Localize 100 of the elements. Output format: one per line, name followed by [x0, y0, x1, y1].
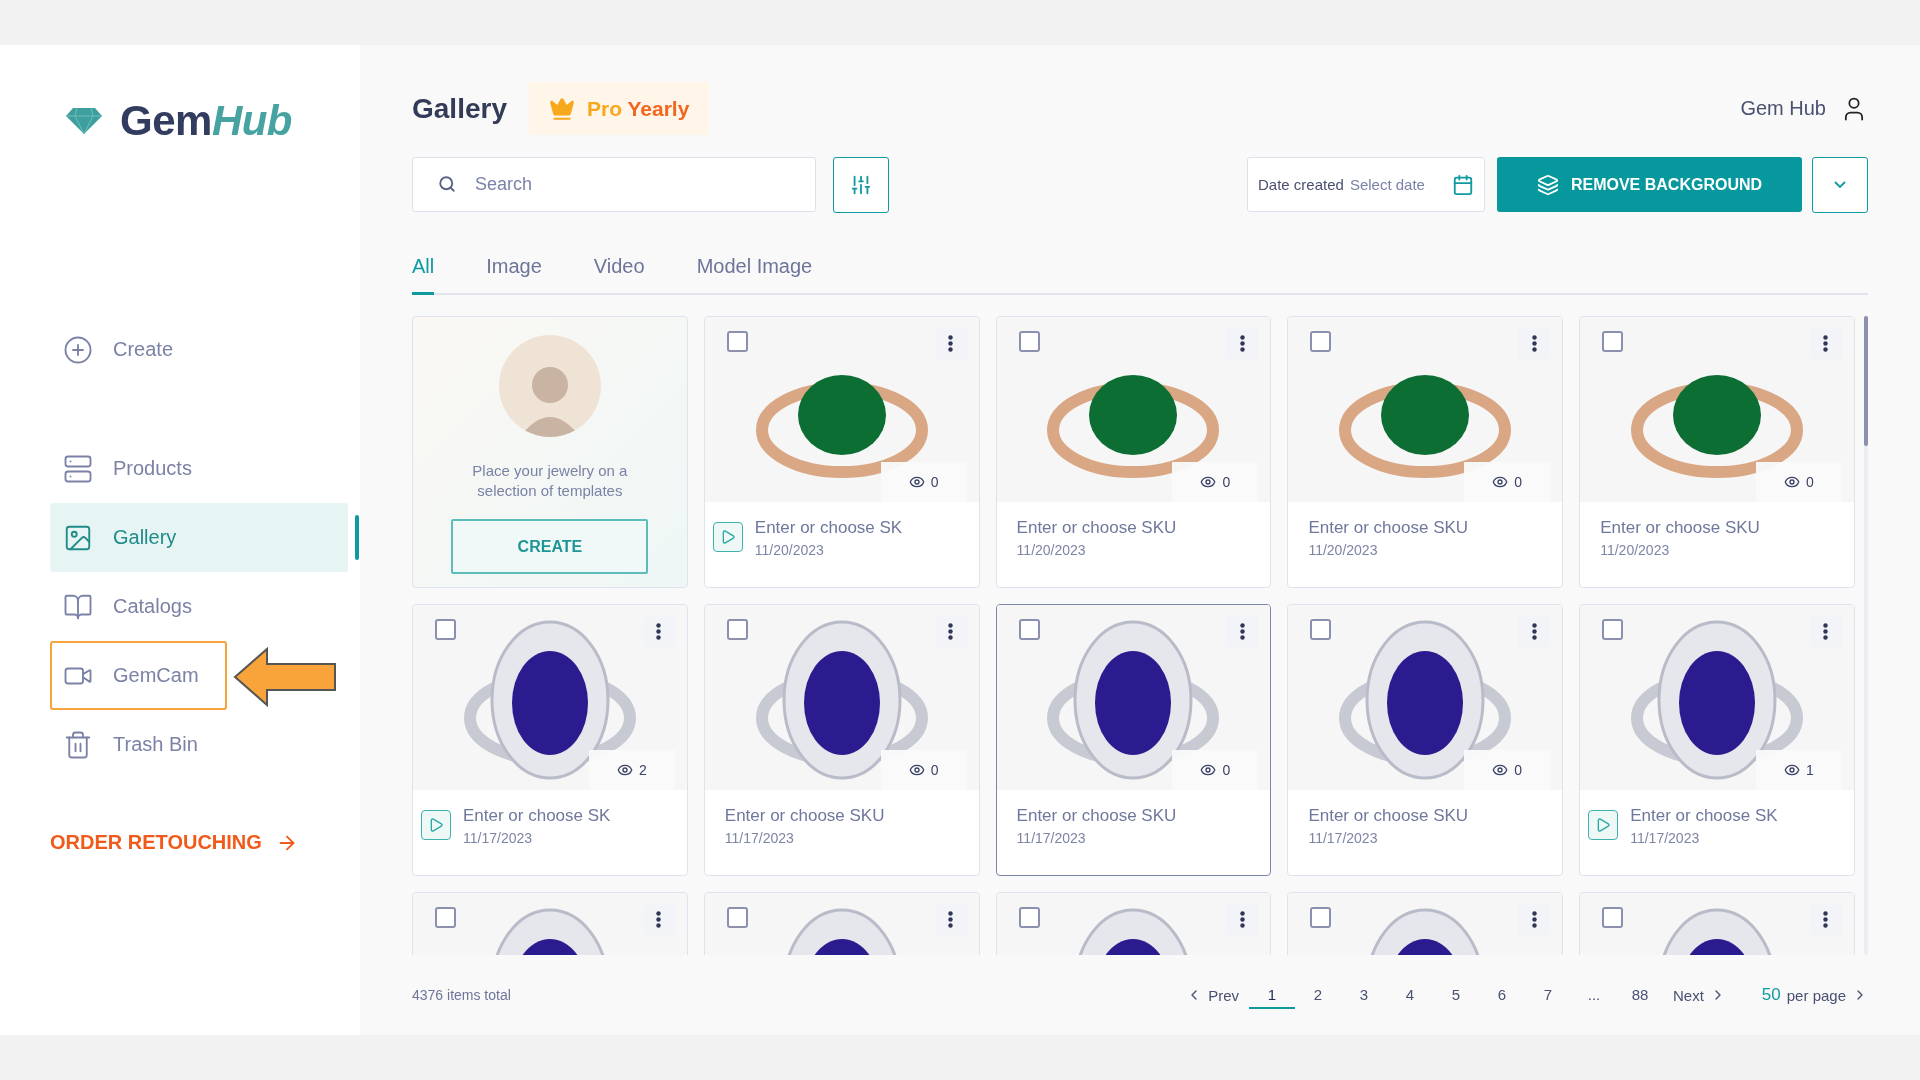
sku-field[interactable]: Enter or choose SKU — [1016, 806, 1177, 826]
media-card[interactable]: 0 Enter or choose SKU 11/17/2023 — [995, 604, 1272, 876]
create-button[interactable]: CREATE — [451, 519, 649, 574]
page-number[interactable]: 4 — [1387, 981, 1433, 1009]
sku-field[interactable]: Enter or choose SKU — [1308, 806, 1469, 826]
sku-field[interactable]: Enter or choose SKU — [1308, 518, 1469, 538]
sidebar-item[interactable]: Products — [50, 434, 220, 503]
vertical-dots-icon — [1239, 910, 1245, 928]
order-retouching-link[interactable]: ORDER RETOUCHING — [50, 831, 298, 854]
user-name[interactable]: Gem Hub — [1740, 97, 1826, 120]
items-total: 4376 items total — [412, 987, 511, 1003]
checkbox[interactable] — [726, 907, 748, 928]
media-card[interactable]: 0 Enter or choose SKU 11/20/2023 — [1579, 316, 1855, 588]
sku-field[interactable]: Enter or choose SK — [463, 806, 611, 826]
play-icon — [1595, 817, 1612, 833]
logo-text: GemHub — [120, 97, 293, 145]
checkbox[interactable] — [1310, 619, 1332, 640]
search-field[interactable]: Search — [412, 157, 816, 212]
page-number[interactable]: 88 — [1617, 981, 1663, 1009]
checkbox[interactable] — [435, 907, 456, 928]
plan-badge: Pro Yearly — [528, 82, 710, 135]
tab[interactable]: Model Image — [696, 255, 813, 295]
plus-circle-icon — [63, 334, 93, 365]
checkbox[interactable] — [1018, 619, 1040, 640]
view-count: 1 — [1806, 762, 1814, 778]
view-count: 0 — [1514, 474, 1523, 490]
card-date: 11/17/2023 — [1630, 830, 1701, 846]
vertical-dots-icon — [1823, 334, 1829, 352]
filter-button[interactable] — [833, 156, 889, 213]
dropdown-button[interactable] — [1812, 156, 1868, 213]
template-description: Place your jewelry on a selection of templates — [471, 461, 629, 501]
play-icon — [428, 817, 444, 833]
checkbox[interactable] — [1310, 907, 1332, 928]
media-card[interactable]: 0 Enter or choose SKU 11/20/2023 — [1287, 316, 1564, 588]
date-filter-label: Date created — [1258, 176, 1344, 193]
eye-icon — [1200, 474, 1217, 490]
sidebar-item[interactable]: Create — [50, 315, 202, 384]
checkbox[interactable] — [1018, 907, 1040, 928]
sidebar-item[interactable]: Catalogs — [50, 572, 220, 641]
calendar-icon[interactable] — [1452, 173, 1474, 196]
stacked-boxes-icon — [63, 453, 93, 484]
page-number[interactable]: 7 — [1525, 981, 1571, 1009]
page-number[interactable]: 2 — [1295, 981, 1341, 1009]
page-number[interactable]: 5 — [1433, 981, 1479, 1009]
media-card[interactable]: 0 Enter or choose SKU 11/17/2023 — [1287, 604, 1564, 876]
media-card[interactable]: 0 Enter or choose SKU 11/17/2023 — [703, 604, 980, 876]
page-number[interactable]: 6 — [1479, 981, 1525, 1009]
eye-icon — [1200, 762, 1217, 778]
checkbox[interactable] — [435, 619, 456, 640]
media-card[interactable]: 2 Enter or choose SK 11/17/2023 — [412, 604, 688, 876]
view-count: 0 — [930, 474, 939, 490]
checkbox[interactable] — [1602, 331, 1624, 352]
eye-icon — [908, 474, 925, 490]
sliders-icon — [850, 173, 872, 196]
date-field[interactable]: Select date — [1349, 176, 1446, 193]
card-date: 11/17/2023 — [1308, 830, 1379, 846]
play-button[interactable] — [421, 810, 451, 840]
page-number[interactable]: 3 — [1341, 981, 1387, 1009]
checkbox[interactable] — [1602, 619, 1624, 640]
tab[interactable]: Image — [486, 255, 542, 295]
sku-field[interactable]: Enter or choose SKU — [724, 806, 885, 826]
view-count: 0 — [1222, 474, 1231, 490]
view-count: 0 — [1514, 762, 1523, 778]
remove-background-button[interactable]: REMOVE BACKGROUND — [1497, 157, 1802, 212]
vertical-dots-icon — [1823, 622, 1829, 640]
eye-icon — [1492, 474, 1509, 490]
play-button[interactable] — [1588, 810, 1619, 840]
tab[interactable]: Video — [593, 255, 645, 295]
sku-field[interactable]: Enter or choose SK — [1630, 806, 1778, 826]
play-button[interactable] — [712, 522, 743, 552]
card-date: 11/17/2023 — [463, 830, 534, 846]
media-card[interactable]: 1 Enter or choose SK 11/17/2023 — [1579, 604, 1855, 876]
checkbox[interactable] — [1602, 907, 1624, 928]
eye-icon — [1784, 474, 1801, 490]
eye-icon — [1784, 762, 1801, 778]
next-button[interactable]: Next — [1663, 986, 1736, 1004]
prev-button[interactable]: Prev — [1176, 986, 1249, 1004]
sku-field[interactable]: Enter or choose SK — [754, 518, 903, 538]
tab[interactable]: All — [412, 255, 435, 295]
vertical-dots-icon — [656, 910, 662, 928]
sku-field[interactable]: Enter or choose SKU — [1600, 518, 1760, 538]
page-number[interactable]: ... — [1571, 981, 1617, 1009]
media-card[interactable]: 0 Enter or choose SKU 11/20/2023 — [995, 316, 1272, 588]
vertical-dots-icon — [948, 910, 954, 928]
eye-icon — [908, 762, 925, 778]
vertical-dots-icon — [1531, 910, 1537, 928]
page-number[interactable]: 1 — [1249, 981, 1295, 1009]
sku-field[interactable]: Enter or choose SKU — [1016, 518, 1177, 538]
crown-icon — [548, 95, 575, 122]
sidebar-item[interactable]: Trash Bin — [50, 710, 226, 779]
view-count: 0 — [1806, 474, 1814, 490]
checkbox[interactable] — [1018, 331, 1040, 352]
vertical-dots-icon — [1531, 334, 1537, 352]
media-card[interactable]: 0 Enter or choose SK 11/20/2023 — [703, 316, 980, 588]
search-icon — [438, 175, 456, 193]
page-size-select[interactable]: 50 per page — [1761, 985, 1868, 1005]
checkbox[interactable] — [1310, 331, 1332, 352]
checkbox[interactable] — [726, 619, 748, 640]
vertical-dots-icon — [948, 334, 954, 352]
checkbox[interactable] — [726, 331, 748, 352]
